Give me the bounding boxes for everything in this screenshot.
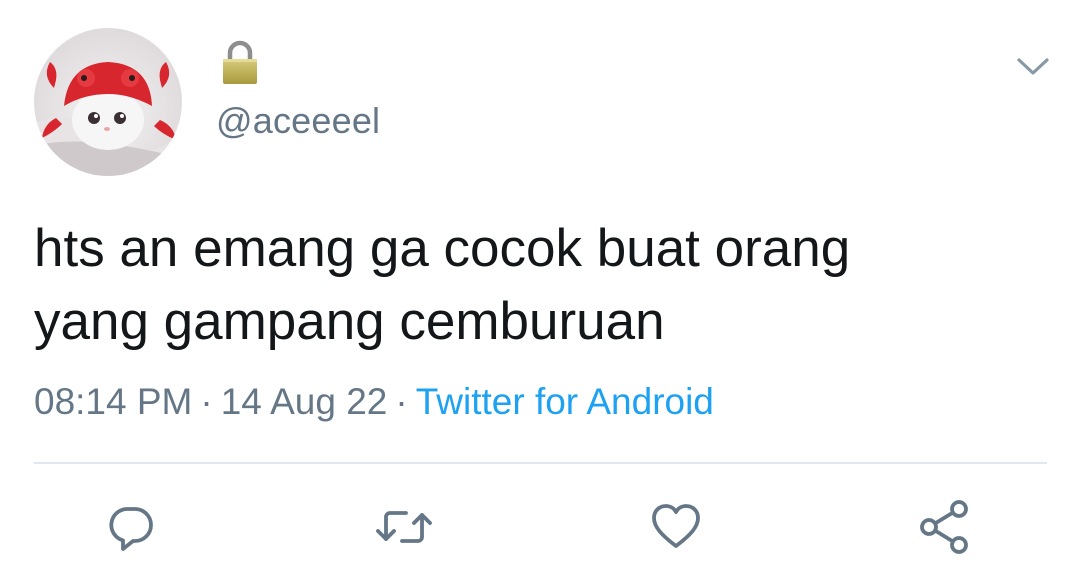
tweet-date: 14 Aug 22	[220, 381, 388, 422]
like-button[interactable]	[643, 494, 709, 560]
chevron-down-icon[interactable]	[1014, 52, 1052, 80]
tweet-line: hts an emang ga cocok buat orang	[34, 219, 851, 278]
reply-icon	[109, 507, 153, 551]
avatar-image	[34, 28, 182, 176]
meta-separator: ·	[395, 381, 408, 422]
reply-button[interactable]	[98, 494, 164, 560]
tweet-text: hts an emang ga cocok buat orang yang ga…	[34, 212, 1044, 358]
share-icon	[920, 500, 968, 554]
like-icon	[652, 504, 700, 548]
tweet-source-link[interactable]: Twitter for Android	[416, 381, 714, 422]
user-handle[interactable]: @aceeeel	[216, 100, 380, 142]
retweet-button[interactable]	[371, 494, 437, 560]
meta-separator: ·	[200, 381, 213, 422]
tweet-meta: 08:14 PM · 14 Aug 22 · Twitter for Android	[34, 378, 714, 426]
tweet-time: 08:14 PM	[34, 381, 193, 422]
avatar[interactable]	[34, 28, 182, 176]
retweet-icon	[376, 511, 432, 543]
tweet-line: yang gampang cemburuan	[34, 292, 665, 351]
divider	[34, 462, 1047, 464]
lock-icon	[220, 40, 260, 86]
share-button[interactable]	[912, 494, 978, 560]
